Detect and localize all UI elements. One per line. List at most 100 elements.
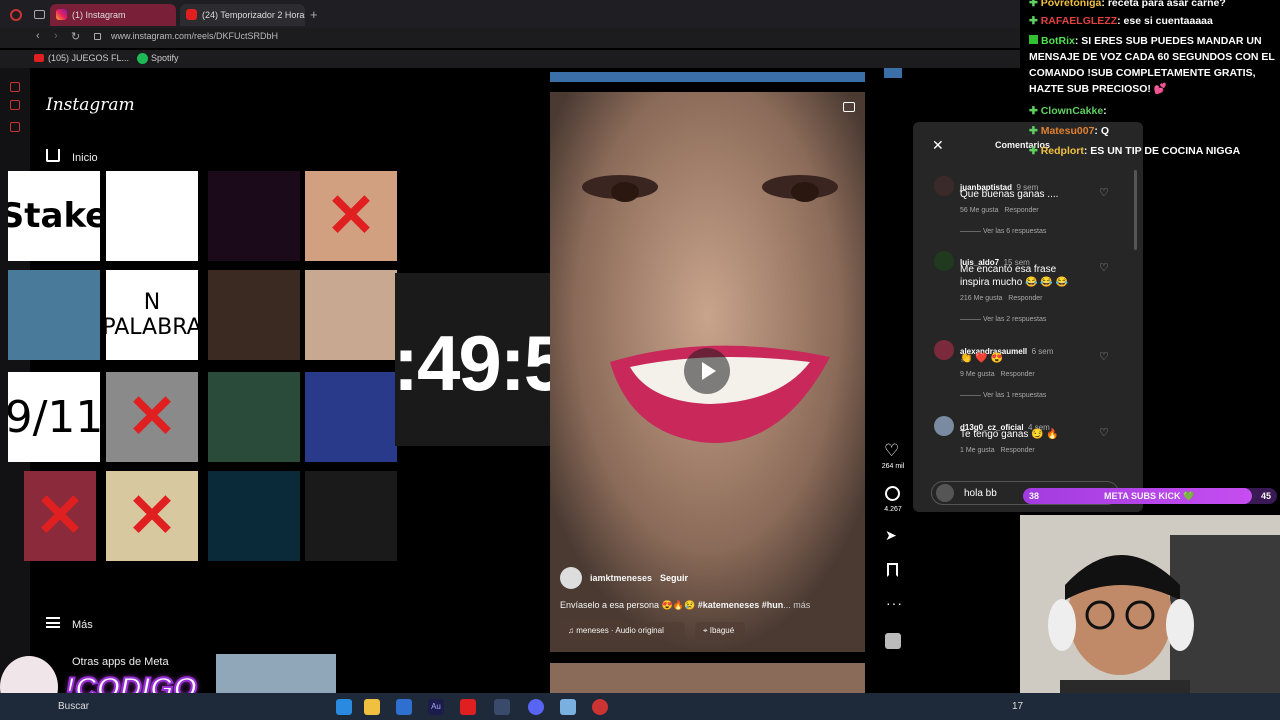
comment-like-icon[interactable]: ♡ bbox=[1099, 261, 1109, 274]
instagram-logo[interactable]: Instagram bbox=[46, 95, 135, 115]
clock: 17 bbox=[1012, 701, 1024, 712]
chat-badge-icon: ✚ bbox=[1029, 15, 1041, 27]
comment-likes: 1 Me gusta bbox=[960, 447, 995, 454]
sidebar-app-icon[interactable] bbox=[10, 82, 20, 92]
close-icon[interactable]: ✕ bbox=[932, 137, 944, 154]
grid-tile-label: N PALABRA bbox=[106, 290, 198, 340]
nav-more[interactable]: Más bbox=[72, 619, 93, 631]
chat-message: ✚ Povretoniga: receta para asar carne? bbox=[1029, 0, 1277, 11]
grid-tile bbox=[208, 372, 300, 462]
grid-tile bbox=[305, 471, 397, 561]
reply-button[interactable]: Responder bbox=[1004, 207, 1038, 214]
chat-user[interactable]: Matesu007 bbox=[1041, 125, 1095, 137]
red-x-mark: ✕ bbox=[325, 182, 377, 249]
nav-home[interactable]: Inicio bbox=[72, 152, 98, 164]
view-replies-button[interactable]: ——— Ver las 6 respuestas bbox=[960, 228, 1046, 235]
sidebar-app-icon[interactable] bbox=[10, 100, 20, 110]
scrollbar[interactable] bbox=[1134, 170, 1137, 250]
webcam-feed bbox=[1020, 515, 1280, 720]
chat-user[interactable]: Povretoniga bbox=[1041, 0, 1102, 9]
chat-user[interactable]: BotRix bbox=[1041, 35, 1075, 47]
comment-meta: 216 Me gusta Responder bbox=[960, 295, 1043, 302]
comment-meta: 56 Me gusta Responder bbox=[960, 207, 1039, 214]
comment-text: 👏 ❤️ 😍 bbox=[960, 353, 1003, 364]
browser-logo-icon[interactable] bbox=[10, 9, 22, 21]
url-field[interactable]: www.instagram.com/reels/DKFUctSRDbH bbox=[111, 31, 278, 41]
grid-tile: 9/11 bbox=[8, 372, 100, 462]
comment-like-icon[interactable]: ♡ bbox=[1099, 426, 1109, 439]
follow-button[interactable]: Seguir bbox=[660, 573, 688, 583]
grid-tile: ✕ bbox=[106, 471, 198, 561]
tab-youtube[interactable]: (24) Temporizador 2 Horas bbox=[180, 4, 305, 26]
home-icon[interactable] bbox=[46, 149, 60, 162]
caption-tags[interactable]: #katemeneses #hun bbox=[698, 600, 784, 610]
audio-thumbnail[interactable] bbox=[885, 633, 901, 649]
comment-like-icon[interactable]: ♡ bbox=[1099, 350, 1109, 363]
music-note-icon: ♫ bbox=[568, 626, 577, 635]
chat-message: ✚ RAFAELGLEZZ: ese si cuentaaaaa bbox=[1029, 13, 1277, 29]
reload-icon[interactable]: ↻ bbox=[71, 30, 80, 43]
avatar[interactable] bbox=[934, 176, 954, 196]
comment-icon[interactable] bbox=[885, 486, 900, 501]
bookmark-juegos[interactable]: (105) JUEGOS FL... bbox=[48, 53, 129, 63]
forward-icon[interactable]: › bbox=[54, 30, 58, 42]
grid-tile bbox=[8, 270, 100, 360]
reply-button[interactable]: Responder bbox=[1008, 295, 1042, 302]
edge-icon[interactable] bbox=[336, 699, 352, 715]
avatar[interactable] bbox=[560, 567, 582, 589]
play-icon bbox=[702, 362, 716, 380]
chat-user[interactable]: RAFAELGLEZZ bbox=[1041, 15, 1117, 27]
grid-tile: Stake bbox=[8, 171, 100, 261]
location-pill[interactable]: ⌖ Ibagué bbox=[695, 622, 745, 640]
chat-badge-icon: ✚ bbox=[1029, 0, 1041, 9]
chat-user[interactable]: Redplort bbox=[1041, 145, 1084, 157]
app-icon[interactable] bbox=[560, 699, 576, 715]
save-icon[interactable] bbox=[887, 563, 898, 577]
avatar[interactable] bbox=[934, 416, 954, 436]
reel-author[interactable]: iamktmeneses bbox=[590, 573, 652, 583]
grid-tile: ✕ bbox=[106, 372, 198, 462]
play-button[interactable] bbox=[684, 348, 730, 394]
reply-button[interactable]: Responder bbox=[1000, 371, 1034, 378]
chat-user[interactable]: ClownCakke bbox=[1041, 105, 1103, 117]
file-explorer-icon[interactable] bbox=[364, 699, 380, 715]
audition-icon[interactable]: Au bbox=[428, 699, 444, 715]
location-icon: ⌖ bbox=[703, 626, 710, 635]
avatar[interactable] bbox=[934, 251, 954, 271]
chat-text: : receta para asar carne? bbox=[1101, 0, 1226, 9]
sidebar-app-icon[interactable] bbox=[10, 122, 20, 132]
discord-icon[interactable] bbox=[528, 699, 544, 715]
chat-text: : bbox=[1103, 105, 1107, 117]
view-replies-button[interactable]: ——— Ver las 1 respuestas bbox=[960, 392, 1046, 399]
view-replies-button[interactable]: ——— Ver las 2 respuestas bbox=[960, 316, 1046, 323]
taskbar-search[interactable]: Buscar bbox=[58, 701, 89, 712]
new-tab-button[interactable]: + bbox=[310, 7, 318, 22]
share-icon[interactable]: ➤ bbox=[885, 527, 897, 544]
bookmark-spotify[interactable]: Spotify bbox=[151, 53, 179, 63]
audio-pill[interactable]: ♫ meneses · Audio original bbox=[560, 622, 685, 640]
prev-reel-thumb[interactable] bbox=[884, 68, 902, 78]
youtube-app-icon[interactable] bbox=[460, 699, 476, 715]
browser-taskbar-icon[interactable] bbox=[592, 699, 608, 715]
reply-button[interactable]: Responder bbox=[1000, 447, 1034, 454]
comment-like-icon[interactable]: ♡ bbox=[1099, 186, 1109, 199]
app-icon[interactable] bbox=[494, 699, 510, 715]
caption-more[interactable]: ... más bbox=[783, 600, 810, 610]
nav-other-apps[interactable]: Otras apps de Meta bbox=[72, 656, 169, 668]
mute-icon[interactable] bbox=[843, 102, 855, 112]
meta-end: 45 bbox=[1261, 491, 1272, 501]
youtube-favicon-icon bbox=[186, 9, 197, 20]
store-icon[interactable] bbox=[396, 699, 412, 715]
more-options-icon[interactable]: ··· bbox=[886, 595, 903, 611]
tab-instagram[interactable]: (1) Instagram bbox=[50, 4, 176, 26]
chat-text: : ese si cuentaaaaa bbox=[1117, 15, 1213, 27]
comment-text: Te tengo ganas 😏 🔥 bbox=[960, 429, 1059, 440]
bot-badge-icon bbox=[1029, 35, 1038, 44]
workspace-icon[interactable] bbox=[34, 10, 45, 19]
red-x-mark: ✕ bbox=[126, 383, 178, 450]
avatar[interactable] bbox=[934, 340, 954, 360]
comment-input-value[interactable]: hola bb bbox=[964, 488, 997, 499]
back-icon[interactable]: ‹ bbox=[36, 30, 40, 42]
like-icon[interactable]: ♡ bbox=[884, 441, 899, 461]
grid-tile bbox=[305, 270, 397, 360]
